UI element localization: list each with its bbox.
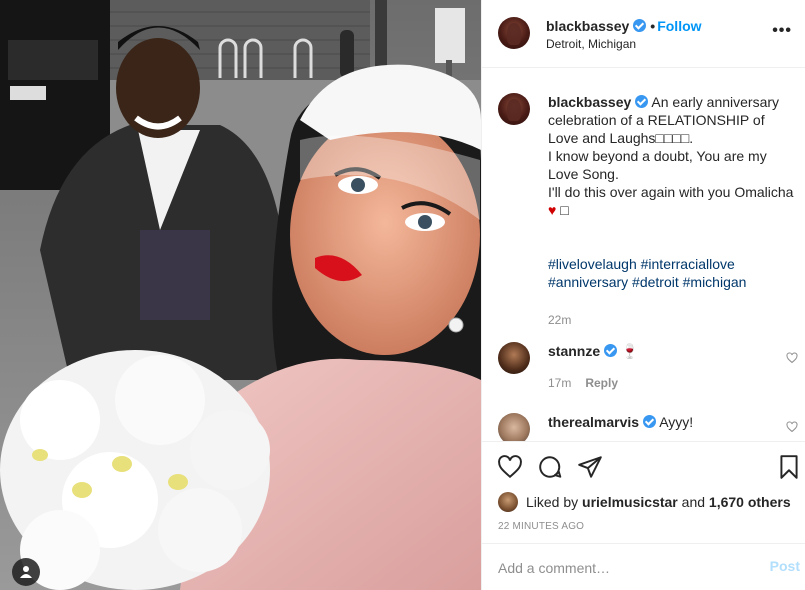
author-username[interactable]: blackbassey xyxy=(546,18,629,34)
comment-body: stannze 🍷 17m Reply xyxy=(548,342,798,392)
caption-text-3: I'll do this over again with you Omalich… xyxy=(548,184,794,200)
tagged-users-button[interactable] xyxy=(12,558,40,586)
share-send-icon[interactable] xyxy=(577,454,603,480)
comments-list[interactable]: blackbassey An early anniversary celebra… xyxy=(482,69,805,441)
author-line: blackbassey • Follow xyxy=(546,18,702,34)
comment-username[interactable]: stannze xyxy=(548,343,600,359)
likes-prefix: Liked by xyxy=(526,494,579,510)
separator-dot: • xyxy=(650,18,656,34)
hashtags-line-2[interactable]: #anniversary #detroit #michigan xyxy=(548,274,746,290)
likes-summary: Liked by urielmusicstar and 1,670 others xyxy=(498,492,791,512)
comment-text: 🍷 xyxy=(621,343,639,359)
caption-text-2: I know beyond a doubt, You are my Love S… xyxy=(548,148,767,182)
author-avatar[interactable] xyxy=(498,17,530,49)
caption-body: blackbassey An early anniversary celebra… xyxy=(548,93,798,329)
reply-button[interactable]: Reply xyxy=(585,376,618,390)
caption-trailing-glyph: □ xyxy=(560,202,569,218)
verified-badge-icon xyxy=(633,19,647,32)
likes-count[interactable]: 1,670 others xyxy=(709,494,791,510)
verified-badge-icon xyxy=(604,344,618,357)
location-link[interactable]: Detroit, Michigan xyxy=(546,37,636,51)
comment-bubble-icon[interactable] xyxy=(537,454,563,480)
commenter-avatar[interactable] xyxy=(498,342,530,374)
liker-avatar[interactable] xyxy=(498,492,518,512)
post-timestamp[interactable]: 22 MINUTES AGO xyxy=(498,521,584,532)
likes-connector: and xyxy=(681,494,706,510)
like-comment-heart-icon[interactable] xyxy=(786,352,798,364)
post-photo[interactable] xyxy=(0,0,481,590)
more-options-icon[interactable]: ••• xyxy=(772,22,792,40)
photo-illustration xyxy=(0,0,481,590)
follow-button[interactable]: Follow xyxy=(657,18,701,34)
caption-username[interactable]: blackbassey xyxy=(548,94,631,110)
like-comment-heart-icon[interactable] xyxy=(786,421,798,433)
save-bookmark-icon[interactable] xyxy=(776,454,802,480)
verified-badge-icon xyxy=(643,415,657,428)
post-header: blackbassey • Follow Detroit, Michigan ••• xyxy=(482,0,805,68)
red-heart-emoji: ♥ xyxy=(548,202,557,218)
comment-body: therealmarvis Ayyy! xyxy=(548,413,798,431)
caption-avatar[interactable] xyxy=(498,93,530,125)
caption-time: 22m xyxy=(548,313,572,327)
post-comment-button[interactable]: Post xyxy=(770,558,800,574)
post-actions: Liked by urielmusicstar and 1,670 others… xyxy=(482,441,805,543)
hashtags-line-1[interactable]: #livelovelaugh #interraciallove xyxy=(548,256,735,272)
add-comment-input[interactable] xyxy=(498,558,748,578)
commenter-avatar[interactable] xyxy=(498,413,530,441)
comment-meta: 17m Reply xyxy=(548,374,798,392)
comment-time: 17m xyxy=(548,376,572,390)
verified-badge-icon xyxy=(635,95,649,108)
comment-text: Ayyy! xyxy=(659,414,694,430)
user-icon xyxy=(20,566,32,578)
add-comment-bar: Post xyxy=(482,543,805,590)
liker-username[interactable]: urielmusicstar xyxy=(582,494,678,510)
comment-username[interactable]: therealmarvis xyxy=(548,414,639,430)
post-panel: blackbassey • Follow Detroit, Michigan •••… xyxy=(481,0,805,590)
like-heart-icon[interactable] xyxy=(497,454,523,480)
